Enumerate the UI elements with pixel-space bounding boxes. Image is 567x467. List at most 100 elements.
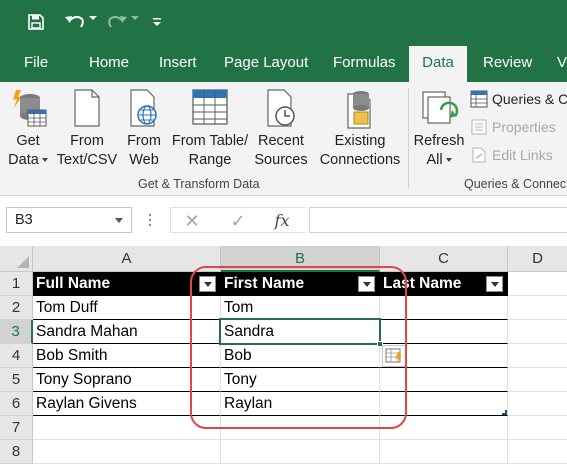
from-text-csv-label-2: Text/CSV — [56, 152, 118, 168]
save-icon[interactable] — [24, 8, 48, 36]
flash-fill-options-button[interactable] — [382, 345, 406, 367]
cell-c7[interactable] — [380, 416, 508, 440]
get-transform-group-label: Get & Transform Data — [138, 177, 260, 191]
enter-icon[interactable]: ✓ — [227, 210, 249, 232]
from-text-csv-label-1: From — [70, 133, 104, 149]
table-resize-handle[interactable] — [502, 410, 507, 415]
table-header-full-name[interactable]: Full Name — [33, 272, 221, 296]
queries-connections-button[interactable]: Queries & C — [468, 87, 567, 111]
column-header-c[interactable]: C — [380, 246, 508, 272]
cell[interactable] — [508, 272, 567, 296]
column-header-b[interactable]: B — [221, 246, 380, 272]
cell-a6[interactable]: Raylan Givens — [33, 392, 221, 416]
name-box[interactable]: B3 — [6, 207, 132, 233]
redo-dropdown-icon[interactable] — [131, 14, 139, 22]
from-text-csv-button[interactable]: From Text/CSV — [54, 82, 120, 176]
row-header-8[interactable]: 8 — [0, 440, 33, 464]
cancel-icon[interactable]: ✕ — [181, 210, 203, 232]
row-header-4[interactable]: 4 — [0, 344, 33, 368]
existing-connections-label-1: Existing — [334, 133, 386, 149]
cell[interactable] — [508, 368, 567, 392]
undo-icon[interactable] — [62, 8, 88, 36]
cell-a2[interactable]: Tom Duff — [33, 296, 221, 320]
cell[interactable] — [508, 320, 567, 344]
row-header-1[interactable]: 1 — [0, 272, 33, 296]
cell-c3[interactable] — [380, 320, 508, 344]
cell-a4[interactable]: Bob Smith — [33, 344, 221, 368]
row-header-2[interactable]: 2 — [0, 296, 33, 320]
cell-c5[interactable] — [380, 368, 508, 392]
tab-data[interactable]: Data — [409, 46, 467, 82]
select-all-button[interactable] — [0, 246, 33, 272]
existing-connections-button[interactable]: Existing Connections — [314, 82, 406, 176]
group-separator — [408, 88, 409, 188]
cell-a7[interactable] — [33, 416, 221, 440]
cell-b6[interactable]: Raylan — [221, 392, 380, 416]
text-file-icon — [74, 89, 100, 127]
tab-review[interactable]: Review — [483, 44, 532, 82]
name-box-value: B3 — [15, 212, 33, 228]
from-table-range-label-1: From Table/ — [171, 133, 249, 149]
filter-dropdown-first-name[interactable] — [358, 276, 375, 292]
get-data-label-2: Data — [8, 152, 39, 168]
cell-b4[interactable]: Bob — [221, 344, 380, 368]
chevron-down-icon — [41, 158, 48, 163]
tab-home[interactable]: Home — [89, 44, 129, 82]
formula-bar-splitter-icon[interactable] — [148, 212, 152, 228]
chevron-down-icon[interactable] — [115, 218, 123, 224]
redo-icon[interactable] — [104, 8, 130, 36]
refresh-all-label-2: All — [426, 152, 443, 168]
cell-b5[interactable]: Tony — [221, 368, 380, 392]
edit-links-button[interactable]: Edit Links — [468, 143, 553, 167]
cell-b7[interactable] — [221, 416, 380, 440]
cell-c6[interactable] — [380, 392, 508, 416]
from-web-button[interactable]: From Web — [122, 82, 166, 176]
refresh-icon — [422, 91, 459, 124]
properties-button[interactable]: Properties — [468, 115, 556, 139]
from-table-range-button[interactable]: From Table/Range — [168, 82, 252, 176]
cell-a8[interactable] — [33, 440, 221, 464]
row-header-3[interactable]: 3 — [0, 320, 33, 344]
from-web-label-2: Web — [129, 152, 159, 168]
cell-a5[interactable]: Tony Soprano — [33, 368, 221, 392]
filter-dropdown-full-name[interactable] — [199, 276, 216, 292]
from-web-label-1: From — [127, 133, 161, 149]
properties-icon — [471, 119, 487, 135]
cell[interactable] — [508, 296, 567, 320]
row-header-5[interactable]: 5 — [0, 368, 33, 392]
cell-c8[interactable] — [380, 440, 508, 464]
get-data-label-1: Get — [16, 133, 40, 149]
undo-dropdown-icon[interactable] — [89, 14, 97, 22]
cell[interactable] — [508, 344, 567, 368]
column-header-a[interactable]: A — [33, 246, 221, 272]
table-header-first-name[interactable]: First Name — [221, 272, 380, 296]
get-data-button[interactable]: Get Data — [2, 82, 54, 176]
row-header-6[interactable]: 6 — [0, 392, 33, 416]
queries-connections-label: Queries & C — [492, 91, 567, 107]
refresh-all-label-1: Refresh — [413, 133, 465, 149]
tab-formulas[interactable]: Formulas — [333, 44, 396, 82]
cell-b3[interactable]: Sandra — [221, 320, 380, 344]
recent-sources-button[interactable]: Recent Sources — [252, 82, 310, 176]
formula-input[interactable] — [309, 207, 567, 233]
cell[interactable] — [508, 440, 567, 464]
cell[interactable] — [508, 392, 567, 416]
cell-c2[interactable] — [380, 296, 508, 320]
insert-function-icon[interactable]: fx — [271, 210, 293, 232]
tab-page-layout[interactable]: Page Layout — [224, 44, 308, 82]
customize-qat-icon[interactable] — [150, 8, 164, 36]
filter-dropdown-last-name[interactable] — [486, 276, 503, 292]
row-header-7[interactable]: 7 — [0, 416, 33, 440]
refresh-all-button[interactable]: Refresh All — [410, 82, 468, 176]
cell-b2[interactable]: Tom — [221, 296, 380, 320]
tab-view[interactable]: V — [557, 44, 567, 82]
tab-insert[interactable]: Insert — [159, 44, 197, 82]
edit-links-icon — [472, 147, 486, 163]
header-label: Full Name — [36, 275, 111, 292]
cell-b8[interactable] — [221, 440, 380, 464]
cell-a3[interactable]: Sandra Mahan — [33, 320, 221, 344]
cell[interactable] — [508, 416, 567, 440]
chevron-down-icon — [445, 158, 452, 163]
tab-file[interactable]: File — [24, 44, 48, 82]
column-header-d[interactable]: D — [508, 246, 567, 272]
